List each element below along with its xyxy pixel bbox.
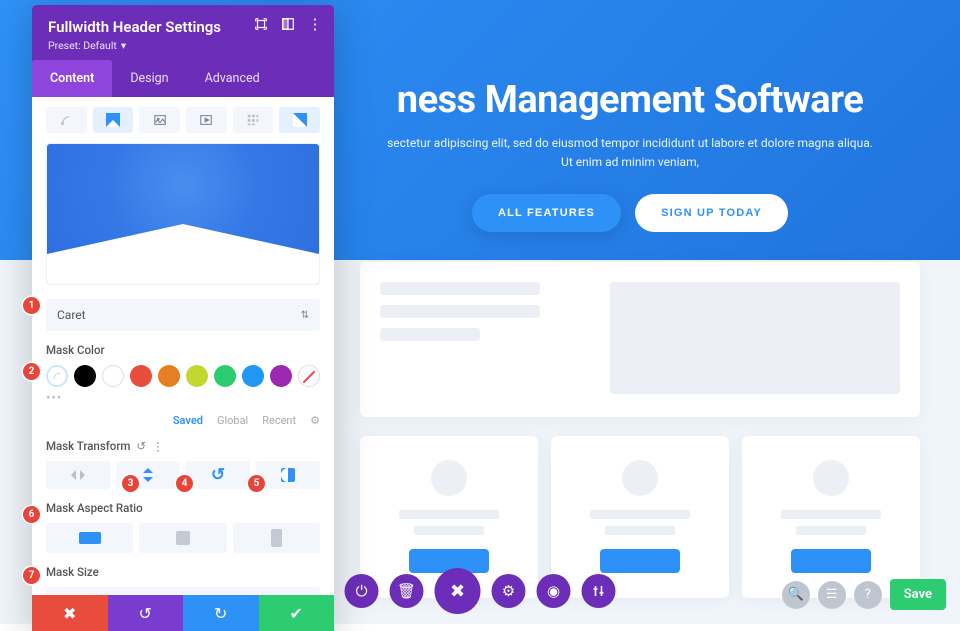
- color-swatch[interactable]: [130, 365, 152, 387]
- callout-marker: 4: [176, 475, 193, 492]
- kebab-menu-icon[interactable]: ⋮: [152, 439, 164, 453]
- wireframe-hero-block[interactable]: [360, 262, 920, 417]
- mask-aspect-label: Mask Aspect Ratio: [46, 501, 320, 515]
- current-color-swatch[interactable]: [46, 365, 68, 387]
- power-button[interactable]: ⏻: [345, 574, 379, 608]
- wireframe-card[interactable]: [742, 436, 920, 598]
- aspect-portrait-button[interactable]: [233, 523, 320, 553]
- hero-buttons: ALL FEATURES SIGN UP TODAY: [340, 194, 920, 232]
- color-tab-recent[interactable]: Recent: [262, 414, 296, 427]
- hero-content: ness Management Software sectetur adipis…: [340, 78, 920, 232]
- settings-button[interactable]: ⚙: [492, 574, 526, 608]
- reset-icon[interactable]: ↺: [136, 439, 146, 453]
- cancel-button[interactable]: ✖: [32, 595, 108, 631]
- more-colors-icon[interactable]: •••: [46, 391, 320, 406]
- color-swatch[interactable]: [74, 365, 96, 387]
- expand-icon[interactable]: [254, 17, 268, 31]
- zoom-button[interactable]: 🔍: [782, 581, 810, 609]
- builder-action-bar: ⏻ 🗑 ✖ ⚙ ◉: [345, 568, 616, 614]
- mask-type-video[interactable]: [186, 107, 227, 133]
- mask-preview: [46, 143, 320, 285]
- color-swatch[interactable]: [102, 365, 124, 387]
- callout-marker: 2: [23, 363, 40, 380]
- mask-type-image[interactable]: [139, 107, 180, 133]
- callout-marker: 1: [23, 297, 40, 314]
- tab-design[interactable]: Design: [112, 60, 186, 97]
- panel-header: Fullwidth Header Settings Preset: Defaul…: [32, 5, 334, 60]
- trash-button[interactable]: 🗑: [390, 574, 424, 608]
- updown-icon: ⇅: [301, 310, 309, 321]
- chevron-down-icon: ▾: [121, 39, 126, 52]
- tab-content[interactable]: Content: [32, 60, 112, 97]
- mask-type-none[interactable]: [46, 107, 87, 133]
- builder-right-bar: 🔍 ☰ ? Save: [782, 579, 946, 610]
- hero-title: ness Management Software: [340, 78, 920, 122]
- all-features-button[interactable]: ALL FEATURES: [472, 194, 621, 232]
- mask-size-label: Mask Size: [46, 565, 320, 579]
- close-builder-button[interactable]: ✖: [435, 568, 481, 614]
- color-swatches: [46, 365, 320, 387]
- mask-type-row: [46, 107, 320, 133]
- flip-horizontal-button[interactable]: [46, 461, 110, 489]
- color-swatch[interactable]: [242, 365, 264, 387]
- gear-icon[interactable]: ⚙: [310, 414, 320, 427]
- confirm-button[interactable]: ✔: [259, 595, 335, 631]
- color-tab-saved[interactable]: Saved: [173, 414, 203, 427]
- invert-button[interactable]: [256, 461, 320, 489]
- snap-icon[interactable]: [281, 17, 295, 31]
- color-swatch[interactable]: [186, 365, 208, 387]
- color-swatch[interactable]: [270, 365, 292, 387]
- hero-subtitle: sectetur adipiscing elit, sed do eiusmod…: [340, 134, 920, 172]
- undo-button[interactable]: ↺: [108, 595, 184, 631]
- callout-marker: 7: [23, 567, 40, 584]
- history-button[interactable]: ◉: [537, 574, 571, 608]
- settings-panel: Fullwidth Header Settings Preset: Defaul…: [32, 5, 334, 631]
- save-page-button[interactable]: Save: [890, 579, 946, 610]
- panel-tabs: Content Design Advanced: [32, 60, 334, 97]
- mask-type-pattern[interactable]: [233, 107, 274, 133]
- mask-transform-label: Mask Transform ↺ ⋮: [46, 439, 320, 453]
- callout-marker: 5: [248, 475, 265, 492]
- mask-color-label: Mask Color: [46, 343, 320, 357]
- aspect-ratio-buttons: [46, 523, 320, 553]
- sign-up-button[interactable]: SIGN UP TODAY: [635, 194, 788, 232]
- help-button[interactable]: ?: [854, 581, 882, 609]
- color-tab-global[interactable]: Global: [217, 414, 248, 427]
- tab-advanced[interactable]: Advanced: [187, 60, 278, 97]
- rotate-button[interactable]: ↺: [186, 461, 250, 489]
- adjust-button[interactable]: [582, 574, 616, 608]
- aspect-landscape-button[interactable]: [46, 523, 133, 553]
- color-swatch[interactable]: [158, 365, 180, 387]
- panel-body: Caret ⇅ Mask Color ••• Saved Global Rece…: [32, 97, 334, 595]
- callout-marker: 6: [23, 506, 40, 523]
- preset-dropdown[interactable]: Preset: Default ▾: [48, 39, 318, 52]
- mask-type-triangle[interactable]: [93, 107, 134, 133]
- mask-size-select[interactable]: Stretch to Fill ⇅: [46, 587, 320, 595]
- layers-button[interactable]: ☰: [818, 581, 846, 609]
- redo-button[interactable]: ↻: [183, 595, 259, 631]
- mask-type-gradient[interactable]: [279, 107, 320, 133]
- color-source-tabs: Saved Global Recent ⚙: [46, 414, 320, 427]
- panel-footer: ✖ ↺ ↻ ✔: [32, 595, 334, 631]
- mask-style-select[interactable]: Caret ⇅: [46, 299, 320, 331]
- color-swatch[interactable]: [214, 365, 236, 387]
- color-swatch-transparent[interactable]: [298, 365, 320, 387]
- callout-marker: 3: [122, 475, 139, 492]
- kebab-menu-icon[interactable]: ⋮: [308, 17, 322, 31]
- aspect-square-button[interactable]: [139, 523, 226, 553]
